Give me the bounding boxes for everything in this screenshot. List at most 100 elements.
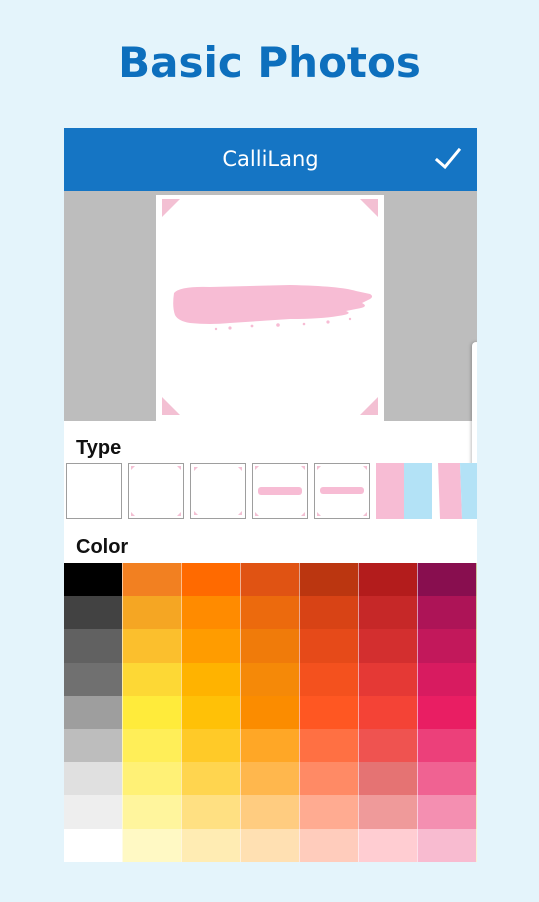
- color-swatch[interactable]: [476, 828, 477, 862]
- color-swatch[interactable]: [181, 828, 240, 862]
- brush-corners-icon: [255, 466, 305, 516]
- color-swatch[interactable]: [476, 795, 477, 830]
- confirm-button[interactable]: [433, 144, 463, 174]
- color-swatch[interactable]: [122, 563, 181, 597]
- color-swatch[interactable]: [476, 596, 477, 631]
- color-swatch[interactable]: [476, 563, 477, 597]
- color-swatch[interactable]: [299, 695, 358, 730]
- color-swatch[interactable]: [299, 563, 358, 597]
- color-swatch[interactable]: [476, 762, 477, 797]
- color-swatch[interactable]: [358, 795, 417, 830]
- color-palette: [64, 563, 477, 862]
- color-swatch[interactable]: [299, 596, 358, 631]
- type-option-plain-frame[interactable]: [66, 463, 122, 519]
- color-swatch[interactable]: [417, 762, 476, 797]
- color-swatch[interactable]: [64, 662, 122, 697]
- color-label: Color: [76, 536, 129, 558]
- side-scroll-handle[interactable]: [472, 342, 477, 482]
- color-swatch[interactable]: [358, 596, 417, 631]
- color-swatch[interactable]: [358, 762, 417, 797]
- color-swatch[interactable]: [64, 629, 122, 664]
- stripes-icon: [376, 463, 432, 519]
- promo-title: Basic Photos: [118, 38, 421, 87]
- color-swatch[interactable]: [181, 629, 240, 664]
- color-swatch[interactable]: [358, 563, 417, 597]
- color-swatch[interactable]: [122, 662, 181, 697]
- color-swatch[interactable]: [181, 795, 240, 830]
- color-swatch[interactable]: [358, 629, 417, 664]
- color-swatch[interactable]: [476, 695, 477, 730]
- color-swatch[interactable]: [417, 828, 476, 862]
- color-swatch[interactable]: [122, 795, 181, 830]
- color-swatch[interactable]: [240, 596, 299, 631]
- color-swatch[interactable]: [358, 662, 417, 697]
- color-swatch[interactable]: [122, 729, 181, 763]
- color-swatch[interactable]: [240, 563, 299, 597]
- color-swatch[interactable]: [122, 596, 181, 631]
- color-swatch[interactable]: [240, 662, 299, 697]
- color-swatch[interactable]: [64, 729, 122, 763]
- color-swatch[interactable]: [299, 795, 358, 830]
- design-canvas[interactable]: [156, 195, 384, 421]
- color-swatch[interactable]: [240, 629, 299, 664]
- color-swatch[interactable]: [417, 563, 476, 597]
- color-swatch[interactable]: [299, 729, 358, 763]
- color-swatch[interactable]: [299, 629, 358, 664]
- color-swatch[interactable]: [181, 729, 240, 763]
- color-swatch[interactable]: [64, 762, 122, 797]
- color-swatch[interactable]: [122, 695, 181, 730]
- color-swatch[interactable]: [299, 828, 358, 862]
- color-swatch[interactable]: [64, 695, 122, 730]
- type-label: Type: [76, 437, 122, 459]
- color-swatch[interactable]: [240, 828, 299, 862]
- type-option-brush-corners[interactable]: [252, 463, 308, 519]
- color-swatch[interactable]: [299, 662, 358, 697]
- type-option-stripes-2[interactable]: [438, 463, 477, 519]
- color-swatch[interactable]: [358, 695, 417, 730]
- type-option-small-corner-frame[interactable]: [190, 463, 246, 519]
- color-swatch[interactable]: [181, 695, 240, 730]
- color-swatch[interactable]: [417, 695, 476, 730]
- type-option-stripes[interactable]: [376, 463, 432, 519]
- color-swatch[interactable]: [358, 729, 417, 763]
- color-swatch[interactable]: [181, 596, 240, 631]
- color-swatch[interactable]: [64, 596, 122, 631]
- preview-area: [64, 191, 477, 421]
- color-swatch[interactable]: [417, 629, 476, 664]
- color-swatch[interactable]: [240, 762, 299, 797]
- color-swatch[interactable]: [476, 662, 477, 697]
- color-swatch[interactable]: [181, 563, 240, 597]
- small-corner-frame-icon: [194, 467, 242, 515]
- color-swatch[interactable]: [240, 695, 299, 730]
- color-swatch[interactable]: [476, 729, 477, 763]
- corner-mark-bottom-right: [360, 397, 378, 415]
- color-swatch[interactable]: [64, 828, 122, 862]
- color-swatch[interactable]: [122, 762, 181, 797]
- brush-frame-icon: [317, 466, 367, 516]
- color-swatch[interactable]: [417, 662, 476, 697]
- color-swatch[interactable]: [240, 795, 299, 830]
- color-swatch[interactable]: [417, 729, 476, 763]
- brush-stroke: [173, 285, 373, 331]
- color-swatch[interactable]: [181, 662, 240, 697]
- corner-frame-icon: [131, 466, 181, 516]
- color-swatch[interactable]: [476, 629, 477, 664]
- color-swatch[interactable]: [64, 563, 122, 597]
- corner-mark-top-right: [360, 199, 378, 217]
- color-swatch[interactable]: [64, 795, 122, 830]
- color-swatch[interactable]: [417, 596, 476, 631]
- color-swatch[interactable]: [358, 828, 417, 862]
- color-swatch[interactable]: [122, 828, 181, 862]
- corner-mark-top-left: [162, 199, 180, 217]
- stripes-alt-icon: [438, 463, 477, 519]
- color-swatch[interactable]: [122, 629, 181, 664]
- app-title: CalliLang: [222, 147, 319, 171]
- color-swatch[interactable]: [417, 795, 476, 830]
- type-option-brush-frame[interactable]: [314, 463, 370, 519]
- color-swatch[interactable]: [181, 762, 240, 797]
- app-screen: CalliLang Type Color: [64, 128, 477, 862]
- app-bar: CalliLang: [64, 128, 477, 191]
- color-swatch[interactable]: [240, 729, 299, 763]
- color-swatch[interactable]: [299, 762, 358, 797]
- type-option-corner-frame[interactable]: [128, 463, 184, 519]
